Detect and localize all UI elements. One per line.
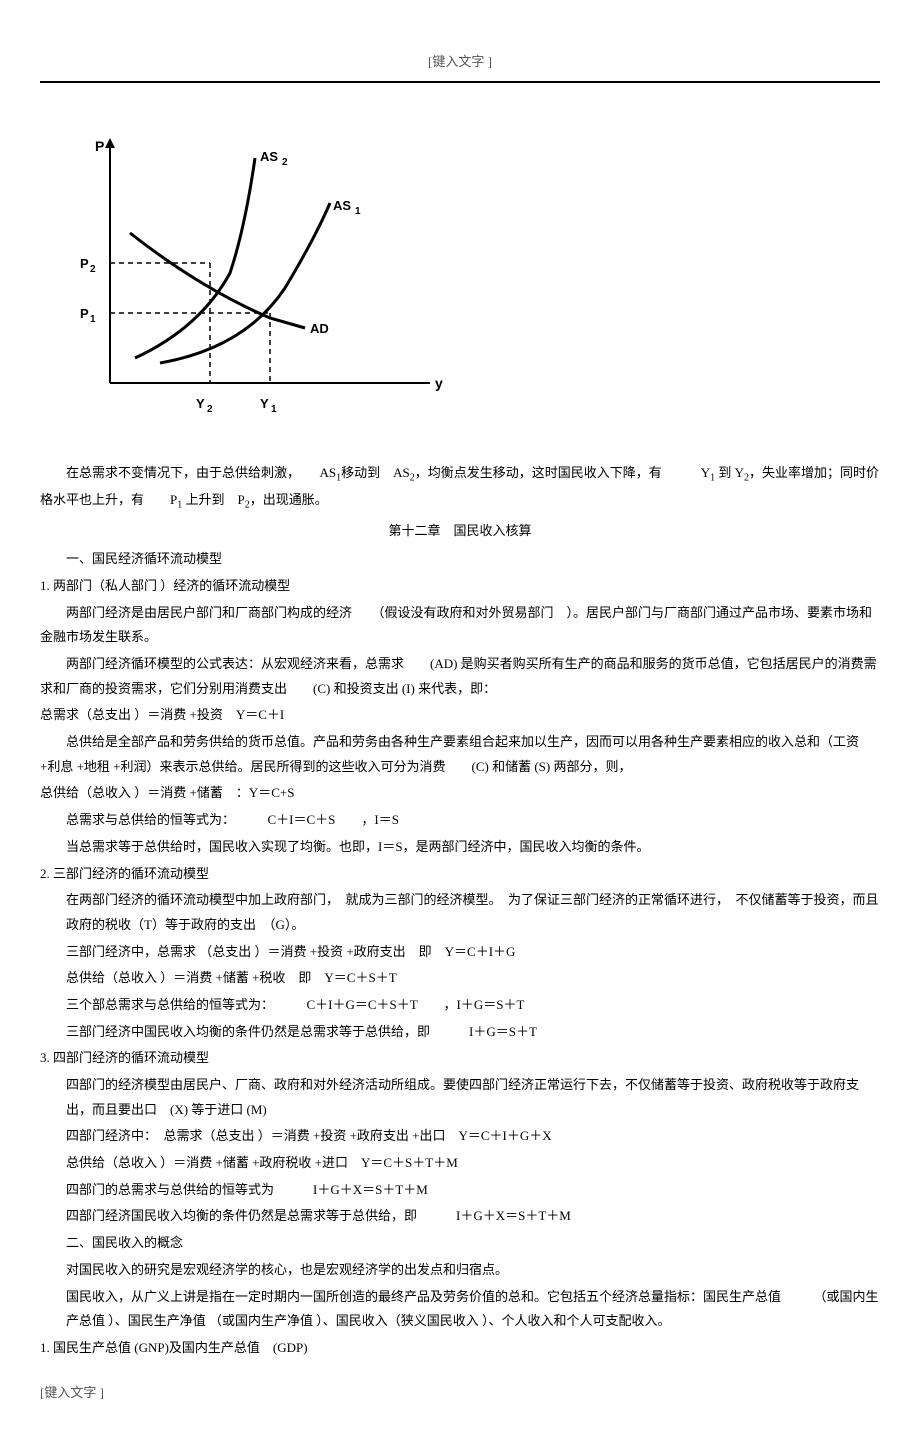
footer-placeholder: [键入文字 ]	[40, 1381, 880, 1406]
item2-p5: 三部门经济中国民收入均衡的条件仍然是总需求等于总供给，即 I＋G＝S＋T	[66, 1020, 880, 1045]
item2-p4: 三个部总需求与总供给的恒等式为： C＋I＋G＝C＋S＋T ，I＋G＝S＋T	[66, 993, 880, 1018]
item2-p3: 总供给（总收入 ）＝消费 +储蓄 +税收 即 Y＝C＋S＋T	[66, 966, 880, 991]
item1-p5: 当总需求等于总供给时，国民收入实现了均衡。也即，I＝S，是两部门经济中，国民收入…	[40, 835, 880, 860]
header-rule	[40, 81, 880, 83]
item1-f2: 总供给（总收入 ）＝消费 +储蓄 ：Y＝C+S	[40, 781, 880, 806]
item2-p2: 三部门经济中，总需求 （总支出 ）＝消费 +投资 +政府支出 即 Y＝C＋I＋G	[66, 940, 880, 965]
item1-p1: 两部门经济是由居民户部门和厂商部门构成的经济 （假设没有政府和对外贸易部门 ）。…	[40, 601, 880, 650]
section2-p2: 国民收入，从广义上讲是指在一定时期内一国所创造的最终产品及劳务价值的总和。它包括…	[66, 1285, 880, 1334]
svg-text:AS: AS	[333, 198, 351, 213]
svg-text:1: 1	[90, 314, 96, 325]
svg-text:AS: AS	[260, 149, 278, 164]
item1-p3: 总供给是全部产品和劳务供给的货币总值。产品和劳务由各种生产要素组合起来加以生产，…	[40, 730, 880, 779]
svg-text:1: 1	[355, 206, 361, 217]
svg-text:P: P	[95, 138, 104, 154]
section2-p1: 对国民收入的研究是宏观经济学的核心，也是宏观经济学的出发点和归宿点。	[66, 1258, 880, 1283]
paragraph-1: 在总需求不变情况下，由于总供给刺激， AS1移动到 AS2，均衡点发生移动，这时…	[40, 461, 880, 514]
svg-text:Y: Y	[196, 396, 205, 411]
section2-item1: 1. 国民生产总值 (GNP)及国内生产总值 (GDP)	[40, 1336, 880, 1361]
item1-p4: 总需求与总供给的恒等式为： C＋I＝C＋S ，I＝S	[40, 808, 880, 833]
as-ad-chart: P y AS2 AS1 AD P2 P1 Y2 Y1	[70, 133, 880, 442]
svg-text:2: 2	[90, 264, 96, 275]
chapter-title: 第十二章 国民收入核算	[40, 519, 880, 544]
item3-p2: 四部门经济中： 总需求（总支出 ）＝消费 +投资 +政府支出 +出口 Y＝C＋I…	[66, 1124, 880, 1149]
svg-text:P: P	[80, 256, 89, 271]
svg-text:Y: Y	[260, 396, 269, 411]
item2-title: 2. 三部门经济的循环流动模型	[40, 862, 880, 887]
item3-p1: 四部门的经济模型由居民户、厂商、政府和对外经济活动所组成。要使四部门经济正常运行…	[66, 1073, 880, 1122]
svg-text:y: y	[435, 375, 443, 391]
item3-title: 3. 四部门经济的循环流动模型	[40, 1046, 880, 1071]
section2-title: 二、国民收入的概念	[66, 1231, 880, 1256]
svg-text:2: 2	[207, 404, 213, 415]
item1-f1: 总需求（总支出 ）＝消费 +投资 Y＝C＋I	[40, 703, 880, 728]
svg-text:2: 2	[282, 157, 288, 168]
svg-text:P: P	[80, 306, 89, 321]
section1-title: 一、国民经济循环流动模型	[40, 547, 880, 572]
svg-text:1: 1	[271, 404, 277, 415]
item3-p3: 总供给（总收入 ）＝消费 +储蓄 +政府税收 +进口 Y＝C＋S＋T＋M	[66, 1151, 880, 1176]
item2-p1: 在两部门经济的循环流动模型中加上政府部门， 就成为三部门的经济模型。 为了保证三…	[66, 888, 880, 937]
item3-p5: 四部门经济国民收入均衡的条件仍然是总需求等于总供给，即 I＋G＋X＝S＋T＋M	[66, 1204, 880, 1229]
item1-p2: 两部门经济循环模型的公式表达：从宏观经济来看，总需求 (AD) 是购买者购买所有…	[40, 652, 880, 701]
svg-text:AD: AD	[310, 321, 329, 336]
item3-p4: 四部门的总需求与总供给的恒等式为 I＋G＋X＝S＋T＋M	[66, 1178, 880, 1203]
header-placeholder: [键入文字 ]	[40, 50, 880, 75]
item1-title: 1. 两部门（私人部门 ）经济的循环流动模型	[40, 574, 880, 599]
